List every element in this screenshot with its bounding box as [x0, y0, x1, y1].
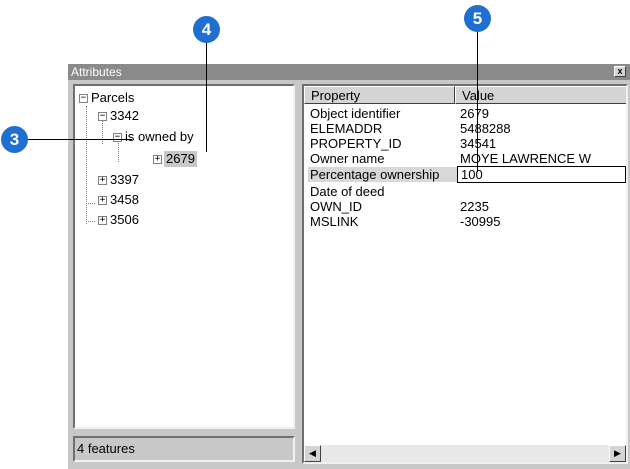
callout-4-leader — [206, 43, 207, 152]
property-name: OWN_ID — [310, 199, 362, 214]
attributes-window: Attributes x − Parcels − 3342 − is owned… — [68, 64, 630, 469]
column-header-value[interactable]: Value — [455, 86, 626, 104]
callout-3-leader — [28, 139, 132, 140]
tree-item-label: Parcels — [91, 90, 135, 105]
tree-item-label: 3458 — [110, 192, 139, 207]
property-name: Percentage ownership — [308, 167, 457, 182]
scroll-right-button[interactable]: ▶ — [609, 445, 626, 462]
property-name: ELEMADDR — [310, 121, 383, 136]
feature-tree[interactable]: − Parcels − 3342 − is owned by + 2679 + … — [73, 84, 295, 429]
tree-connector — [86, 106, 87, 224]
column-header-property[interactable]: Property — [304, 86, 455, 104]
tree-item-label: 3506 — [110, 212, 139, 227]
expand-icon[interactable]: + — [153, 155, 162, 164]
property-name: Date of deed — [310, 184, 385, 199]
callout-4: 4 — [193, 16, 220, 43]
property-value: 2679 — [460, 106, 489, 121]
title-bar[interactable]: Attributes x — [68, 64, 630, 80]
window-title: Attributes — [71, 65, 122, 79]
expand-icon[interactable]: + — [98, 196, 107, 205]
tree-connector — [86, 203, 95, 204]
expand-icon[interactable]: + — [98, 176, 107, 185]
tree-item-label: 2679 — [164, 151, 197, 167]
property-value: 34541 — [460, 136, 497, 151]
feature-count: 4 features — [73, 436, 295, 462]
properties-table[interactable]: Property Value Object identifier 2679 EL… — [302, 84, 628, 464]
property-name: MSLINK — [310, 214, 359, 229]
property-value-editor[interactable]: 100 — [457, 166, 626, 183]
tree-item-label: 3397 — [110, 172, 139, 187]
collapse-icon[interactable]: − — [79, 94, 88, 103]
callout-5-leader — [477, 32, 478, 172]
close-button[interactable]: x — [614, 66, 626, 77]
property-value: 5488288 — [460, 121, 511, 136]
tree-connector — [86, 221, 95, 222]
property-value: 2235 — [460, 199, 489, 214]
property-value: MOYE LAWRENCE W — [460, 151, 591, 166]
tree-item-label: is owned by — [125, 129, 194, 144]
property-value: -30995 — [460, 214, 501, 229]
horizontal-scrollbar[interactable]: ◀ ▶ — [304, 445, 626, 462]
collapse-icon[interactable]: − — [113, 133, 122, 142]
collapse-icon[interactable]: − — [98, 112, 107, 121]
scroll-left-button[interactable]: ◀ — [304, 445, 321, 462]
property-name: PROPERTY_ID — [310, 136, 402, 151]
property-name: Owner name — [310, 151, 385, 166]
expand-icon[interactable]: + — [98, 216, 107, 225]
callout-3: 3 — [1, 126, 28, 153]
property-name: Object identifier — [310, 106, 401, 121]
tree-item-label: 3342 — [110, 108, 139, 123]
callout-5: 5 — [464, 5, 491, 32]
